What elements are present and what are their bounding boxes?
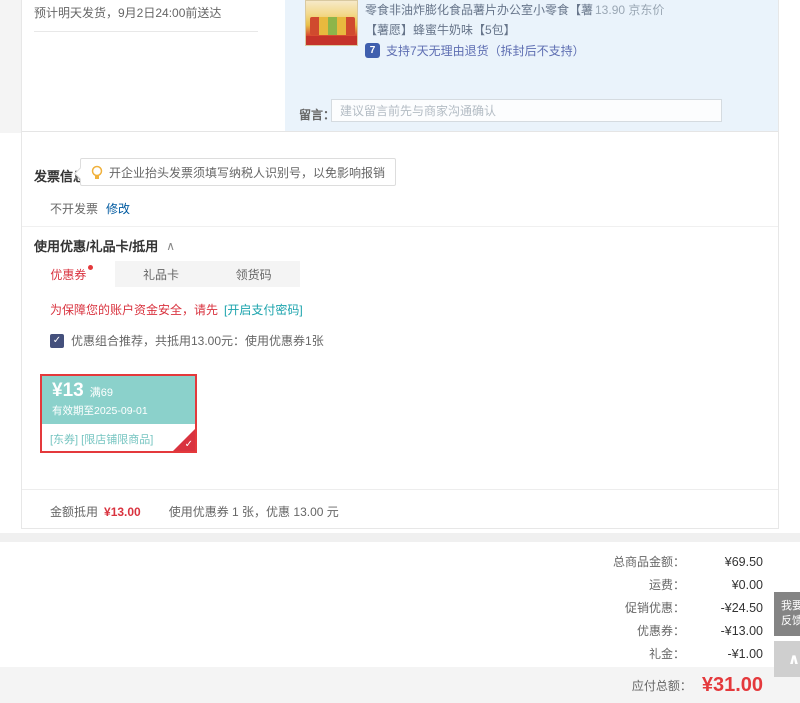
total-label: 总商品金额： xyxy=(612,555,685,569)
combo-recommendation-text: 优惠组合推荐，共抵用13.00元：使用优惠券1张 xyxy=(71,334,324,348)
enable-payment-password-link[interactable]: [开启支付密码] xyxy=(224,301,303,318)
page-gutter xyxy=(0,0,21,133)
payable-label: 应付总额： xyxy=(631,678,692,693)
message-input[interactable] xyxy=(331,99,722,122)
coupon-summary-label: 金额抵用 xyxy=(50,505,99,519)
tab-gift-card-label: 礼品卡 xyxy=(143,267,180,282)
total-value: -¥24.50 xyxy=(720,600,763,615)
total-row-coupon: 优惠券： -¥13.00 xyxy=(400,619,763,642)
invoice-edit-link[interactable]: 修改 xyxy=(106,200,130,217)
total-row-promo: 促销优惠： -¥24.50 xyxy=(400,596,763,619)
total-value: -¥1.00 xyxy=(727,646,763,661)
coupon-summary-row: 金额抵用 ¥13.00 使用优惠券 1 张，优惠 13.00 元 xyxy=(50,503,339,520)
divider xyxy=(22,489,778,490)
product-image[interactable] xyxy=(305,0,358,46)
price-value: ¥ 13.90 xyxy=(585,3,626,17)
tab-pickup-code[interactable]: 领货码 xyxy=(207,261,300,287)
return-policy-row: 7 支持7天无理由退货（拆封后不支持） xyxy=(365,42,585,59)
product-title-line2[interactable]: 【薯愿】蜂蜜牛奶味【5包】 xyxy=(365,21,516,38)
payable-bar: 应付总额： ¥31.00 xyxy=(0,667,800,703)
coupon-summary-detail: 使用优惠券 1 张，优惠 13.00 元 xyxy=(168,505,339,519)
order-totals: 总商品金额： ¥69.50 运费： ¥0.00 促销优惠： -¥24.50 优惠… xyxy=(400,550,763,665)
divider xyxy=(34,31,258,32)
delivery-estimate: 预计明天发货，9月2日24:00前送达 xyxy=(34,6,222,20)
collapse-caret-icon[interactable]: ∧ xyxy=(166,239,175,253)
coupon-card-top: ¥13 满69 有效期至2025-09-01 xyxy=(42,376,195,424)
coupon-summary-amount: ¥13.00 xyxy=(104,505,141,519)
security-notice: 为保障您的账户资金安全，请先 [开启支付密码] xyxy=(50,301,303,318)
new-badge-dot xyxy=(87,265,93,270)
message-label: 留言： xyxy=(299,108,336,122)
product-price: ¥ 13.90 京东价 xyxy=(585,1,664,18)
coupon-check-icon: ✓ xyxy=(184,439,193,450)
coupon-validity: 有效期至2025-09-01 xyxy=(52,405,148,417)
discount-section-title: 使用优惠/礼品卡/抵用 xyxy=(34,239,159,254)
tab-coupon-label: 优惠券 xyxy=(50,267,87,282)
coupon-card[interactable]: ¥13 满69 有效期至2025-09-01 [东券] [限店铺限商品] ✓ xyxy=(40,374,197,453)
total-row-gift: 礼金： -¥1.00 xyxy=(400,642,763,665)
price-label: 京东价 xyxy=(628,3,665,17)
divider xyxy=(22,131,778,132)
total-label: 促销优惠： xyxy=(624,601,685,615)
security-notice-text: 为保障您的账户资金安全，请先 xyxy=(50,303,219,317)
invoice-current-value: 不开发票 xyxy=(50,202,99,216)
bulb-icon xyxy=(91,165,103,179)
total-row-shipping: 运费： ¥0.00 xyxy=(400,573,763,596)
seven-day-return-icon: 7 xyxy=(365,43,380,58)
invoice-selection-row: 不开发票 修改 xyxy=(50,200,130,217)
return-policy-text: 支持7天无理由退货（拆封后不支持） xyxy=(386,44,585,58)
tab-coupon[interactable]: 优惠券 xyxy=(22,261,115,287)
total-label: 运费： xyxy=(648,578,685,592)
product-image-detail xyxy=(310,17,355,35)
total-label: 优惠券： xyxy=(636,624,685,638)
checkout-page: 预计明天发货，9月2日24:00前送达 零食非油炸膨化食品薯片办公室小零食【薯 … xyxy=(0,0,800,703)
total-label: 礼金： xyxy=(648,647,685,661)
total-value: ¥69.50 xyxy=(724,554,763,569)
product-image-detail xyxy=(306,36,357,45)
feedback-button-label: 我要反馈 xyxy=(781,600,800,627)
total-row-goods: 总商品金额： ¥69.50 xyxy=(400,550,763,573)
discount-section-header[interactable]: 使用优惠/礼品卡/抵用 ∧ xyxy=(34,236,175,255)
divider xyxy=(22,226,778,227)
total-value: -¥13.00 xyxy=(720,623,763,638)
combo-checkbox[interactable]: ✓ xyxy=(50,333,64,348)
combo-recommendation-row: ✓ 优惠组合推荐，共抵用13.00元：使用优惠券1张 xyxy=(50,332,324,349)
section-separator xyxy=(0,533,800,542)
invoice-tip-tooltip: 开企业抬头发票须填写纳税人识别号，以免影响报销 xyxy=(80,158,397,186)
back-to-top-button[interactable]: ∧ xyxy=(774,641,800,677)
tab-gift-card[interactable]: 礼品卡 xyxy=(115,261,208,287)
coupon-condition: 满69 xyxy=(89,387,113,399)
invoice-tip-text: 开企业抬头发票须填写纳税人识别号，以免影响报销 xyxy=(109,165,386,180)
total-value: ¥0.00 xyxy=(731,577,763,592)
coupon-amount: ¥13 xyxy=(52,380,84,401)
feedback-button[interactable]: 我要反馈 xyxy=(774,592,800,636)
payable-value: ¥31.00 xyxy=(701,673,763,696)
tab-pickup-code-label: 领货码 xyxy=(235,267,272,282)
discount-tabstrip: 优惠券 礼品卡 领货码 xyxy=(22,261,300,287)
